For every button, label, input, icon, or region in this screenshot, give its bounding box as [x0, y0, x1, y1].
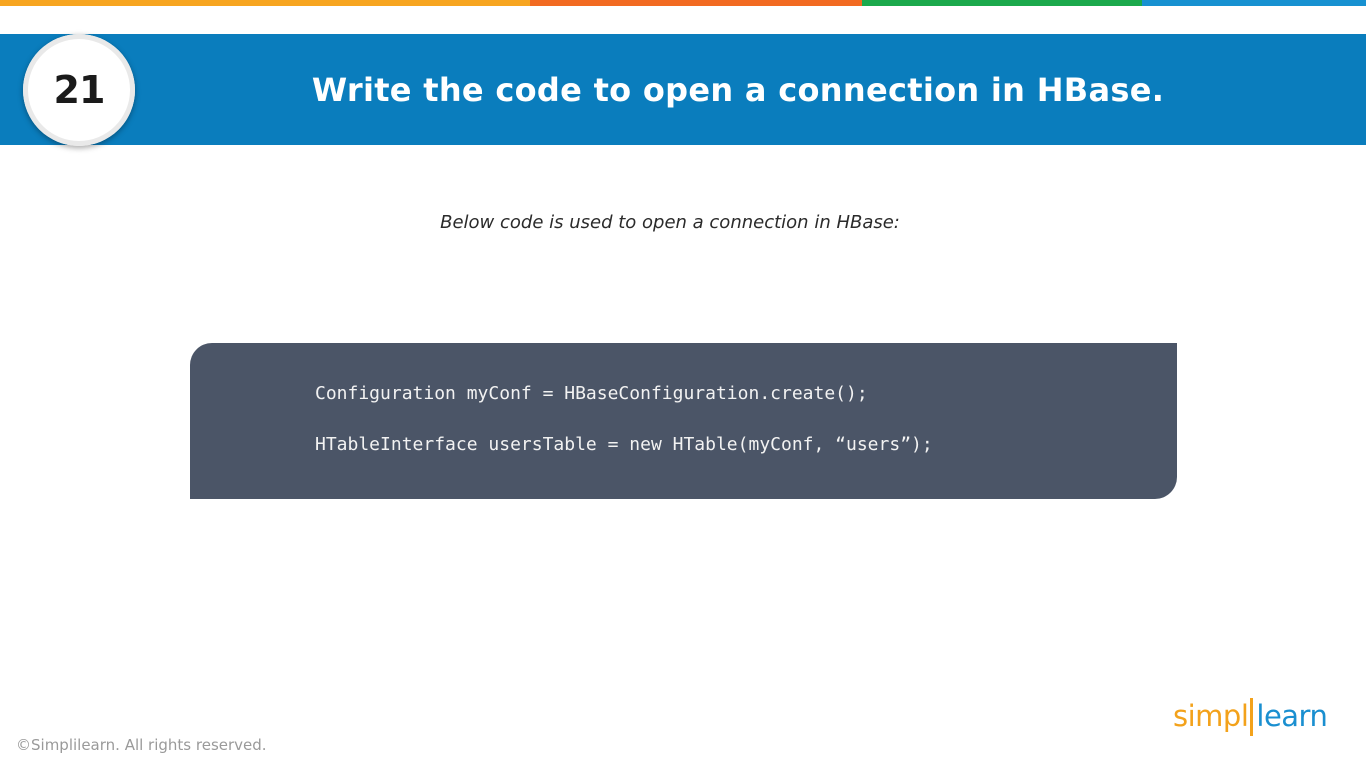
- simplilearn-logo: simpl learn: [1173, 694, 1333, 740]
- code-line: HTableInterface usersTable = new HTable(…: [315, 434, 933, 455]
- question-number-badge: 21: [23, 34, 135, 146]
- stripe-green: [862, 0, 1142, 6]
- slide-title: Write the code to open a connection in H…: [311, 70, 1165, 109]
- question-number: 21: [53, 68, 106, 112]
- stripe-blue: [1142, 0, 1366, 6]
- logo-part-simpl: simpl: [1173, 699, 1249, 733]
- logo-divider-bar: [1250, 698, 1254, 736]
- logo-wordmark: simpl learn: [1173, 698, 1328, 736]
- copyright-notice: ©Simplilearn. All rights reserved.: [16, 736, 267, 754]
- code-block: Configuration myConf = HBaseConfiguratio…: [190, 343, 1177, 499]
- top-color-stripe: [0, 0, 1366, 6]
- stripe-orange: [0, 0, 530, 6]
- stripe-red-orange: [530, 0, 862, 6]
- code-line: Configuration myConf = HBaseConfiguratio…: [315, 383, 868, 404]
- intro-text: Below code is used to open a connection …: [440, 212, 900, 233]
- logo-part-learn: learn: [1256, 699, 1328, 733]
